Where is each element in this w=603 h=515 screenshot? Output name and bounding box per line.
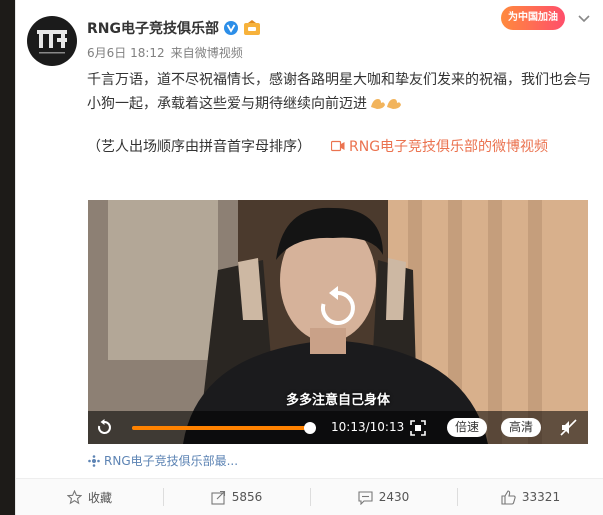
extra-note: （艺人出场顺序由拼音首字母排序） [87, 139, 311, 155]
member-medal-icon[interactable] [243, 20, 261, 36]
comment-button[interactable]: 2430 [310, 479, 457, 515]
comment-icon [358, 490, 373, 505]
repost-icon [211, 490, 225, 505]
repost-button[interactable]: 5856 [163, 479, 310, 515]
muscle-emoji-icon [371, 99, 401, 109]
campaign-badge[interactable]: 为中国加油 [501, 6, 565, 30]
author-name-row: RNG电子竞技俱乐部 [87, 18, 261, 38]
video-link-label: RNG电子竞技俱乐部的微博视频 [349, 139, 549, 155]
video-link[interactable]: RNG电子竞技俱乐部的微博视频 [331, 136, 548, 156]
source-prefix: 来自 [170, 46, 195, 60]
video-controls: 10:13/10:13 倍速 高清 [88, 411, 588, 444]
weibo-post-card: RNG电子竞技俱乐部 6月6日 18:12 来自微博视频 为中国加油 千言万语，道… [15, 0, 603, 515]
progress-bar[interactable] [132, 422, 316, 434]
progress-fill [132, 426, 310, 430]
video-time: 10:13/10:13 [331, 420, 405, 434]
post-text: 千言万语，道不尽祝福情长，感谢各路明星大咖和挚友们发来的祝福，我们也会与小狗一起… [87, 68, 597, 116]
video-subtitle: 多多注意自己身体 [285, 393, 390, 408]
favorite-label: 收藏 [87, 490, 112, 505]
comment-count: 2430 [378, 490, 410, 504]
post-date[interactable]: 6月6日 18:12 [87, 46, 165, 60]
video-source-label: RNG电子竞技俱乐部最... [104, 454, 239, 468]
like-button[interactable]: 33321 [457, 479, 603, 515]
star-icon [66, 489, 82, 504]
favorite-button[interactable]: 收藏 [16, 479, 163, 515]
replay-icon[interactable] [315, 285, 361, 331]
source-app[interactable]: 微博视频 [195, 46, 243, 60]
mute-icon[interactable] [560, 419, 577, 436]
like-count: 33321 [521, 490, 561, 504]
speed-button[interactable]: 倍速 [447, 418, 488, 437]
action-bar: 收藏 5856 2430 33321 [16, 478, 603, 515]
verified-icon [224, 21, 238, 35]
rng-logo [37, 30, 67, 54]
quality-button[interactable]: 高清 [501, 418, 542, 437]
progress-knob[interactable] [304, 422, 316, 434]
replay-small-icon[interactable] [96, 419, 113, 436]
video-source[interactable]: RNG电子竞技俱乐部最... [88, 452, 238, 469]
post-meta: 6月6日 18:12 来自微博视频 [87, 44, 249, 61]
repost-count: 5856 [231, 490, 263, 504]
post-body: 千言万语，道不尽祝福情长，感谢各路明星大咖和挚友们发来的祝福，我们也会与小狗一起… [87, 72, 591, 112]
fullscreen-icon[interactable] [410, 420, 426, 436]
like-icon [501, 489, 516, 505]
author-name[interactable]: RNG电子竞技俱乐部 [87, 18, 219, 38]
video-icon [331, 140, 345, 152]
source-icon [88, 454, 100, 467]
caret-down-icon[interactable] [576, 10, 592, 26]
avatar[interactable] [27, 16, 77, 66]
video-player[interactable]: 多多注意自己身体 10:13/10:13 倍速 高清 [88, 200, 588, 444]
